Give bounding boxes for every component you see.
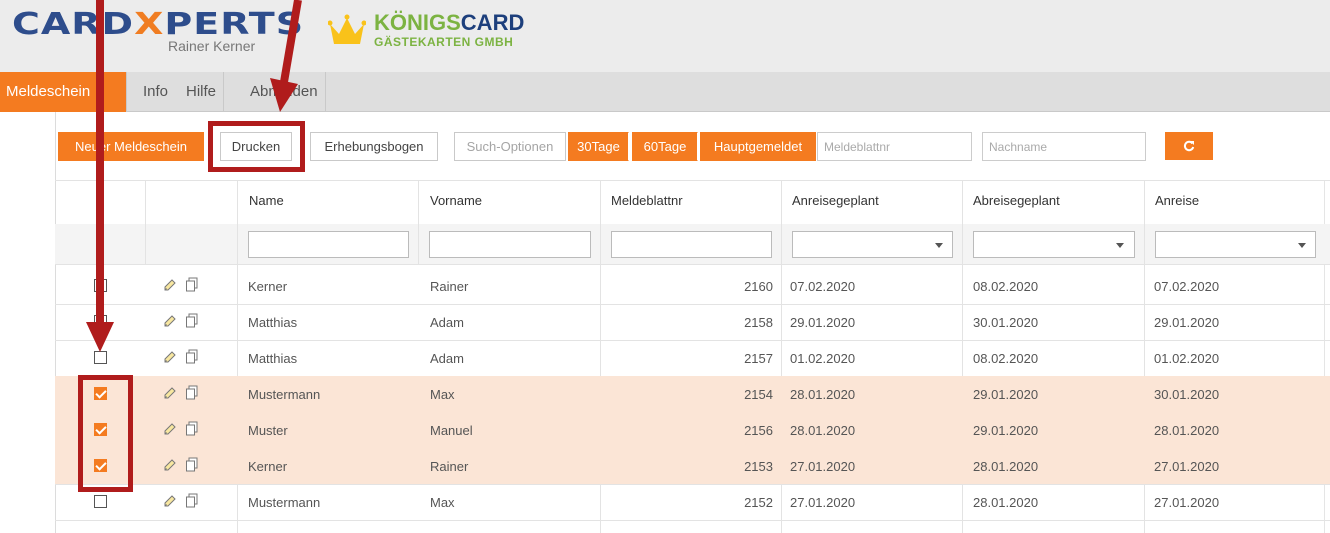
annotation-arrows [86,0,302,352]
annotation-arrow-head [270,78,298,112]
annotation-arrow-shaft [280,0,302,83]
annotation-arrow-head [86,322,114,352]
